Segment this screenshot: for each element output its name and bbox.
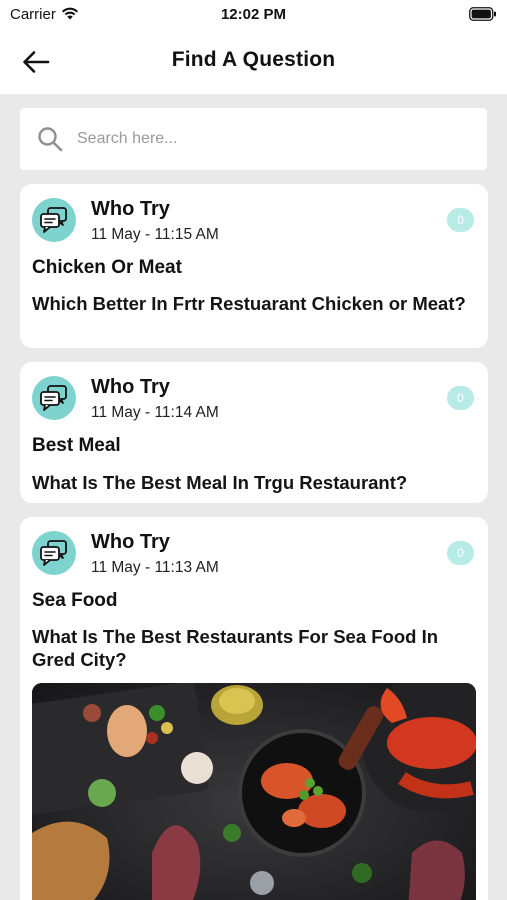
question-title: Best Meal (32, 435, 121, 456)
nav-bar: Find A Question (0, 30, 507, 94)
question-card[interactable]: Who Try 11 May - 11:15 AM 0 Chicken Or M… (20, 184, 488, 348)
question-text: What Is The Best Meal In Trgu Restaurant… (32, 472, 408, 493)
chat-bubbles-icon (40, 207, 67, 233)
question-title: Chicken Or Meat (32, 257, 182, 278)
post-date: 11 May - 11:15 AM (91, 226, 219, 243)
answer-count-badge: 0 (447, 541, 474, 565)
avatar (32, 531, 76, 575)
answer-count-badge: 0 (447, 208, 474, 232)
search-bar[interactable] (20, 108, 487, 170)
question-card[interactable]: Who Try 11 May - 11:13 AM 0 Sea Food Wha… (20, 517, 488, 900)
status-time: 12:02 PM (220, 6, 287, 23)
author-name: Who Try (91, 198, 170, 220)
question-text: Which Better In Frtr Restuarant Chicken … (32, 293, 466, 314)
avatar (32, 198, 76, 242)
status-bar: Carrier 12:02 PM (0, 0, 507, 30)
question-text: What Is The Best Restaurants For Sea Foo… (32, 626, 439, 670)
question-card[interactable]: Who Try 11 May - 11:14 AM 0 Best Meal Wh… (20, 362, 488, 503)
chat-bubbles-icon (40, 385, 67, 411)
post-date: 11 May - 11:13 AM (91, 559, 219, 576)
avatar (32, 376, 76, 420)
chat-bubbles-icon (40, 540, 67, 566)
seafood-dishes-photo[interactable] (32, 683, 476, 900)
seafood-illustration (32, 683, 476, 900)
battery-icon (469, 7, 496, 21)
question-title: Sea Food (32, 590, 118, 611)
answer-count-badge: 0 (447, 386, 474, 410)
post-date: 11 May - 11:14 AM (91, 404, 219, 421)
author-name: Who Try (91, 531, 170, 553)
page-title: Find A Question (171, 48, 336, 71)
author-name: Who Try (91, 376, 170, 398)
search-icon (38, 127, 63, 152)
search-input[interactable] (77, 130, 457, 148)
